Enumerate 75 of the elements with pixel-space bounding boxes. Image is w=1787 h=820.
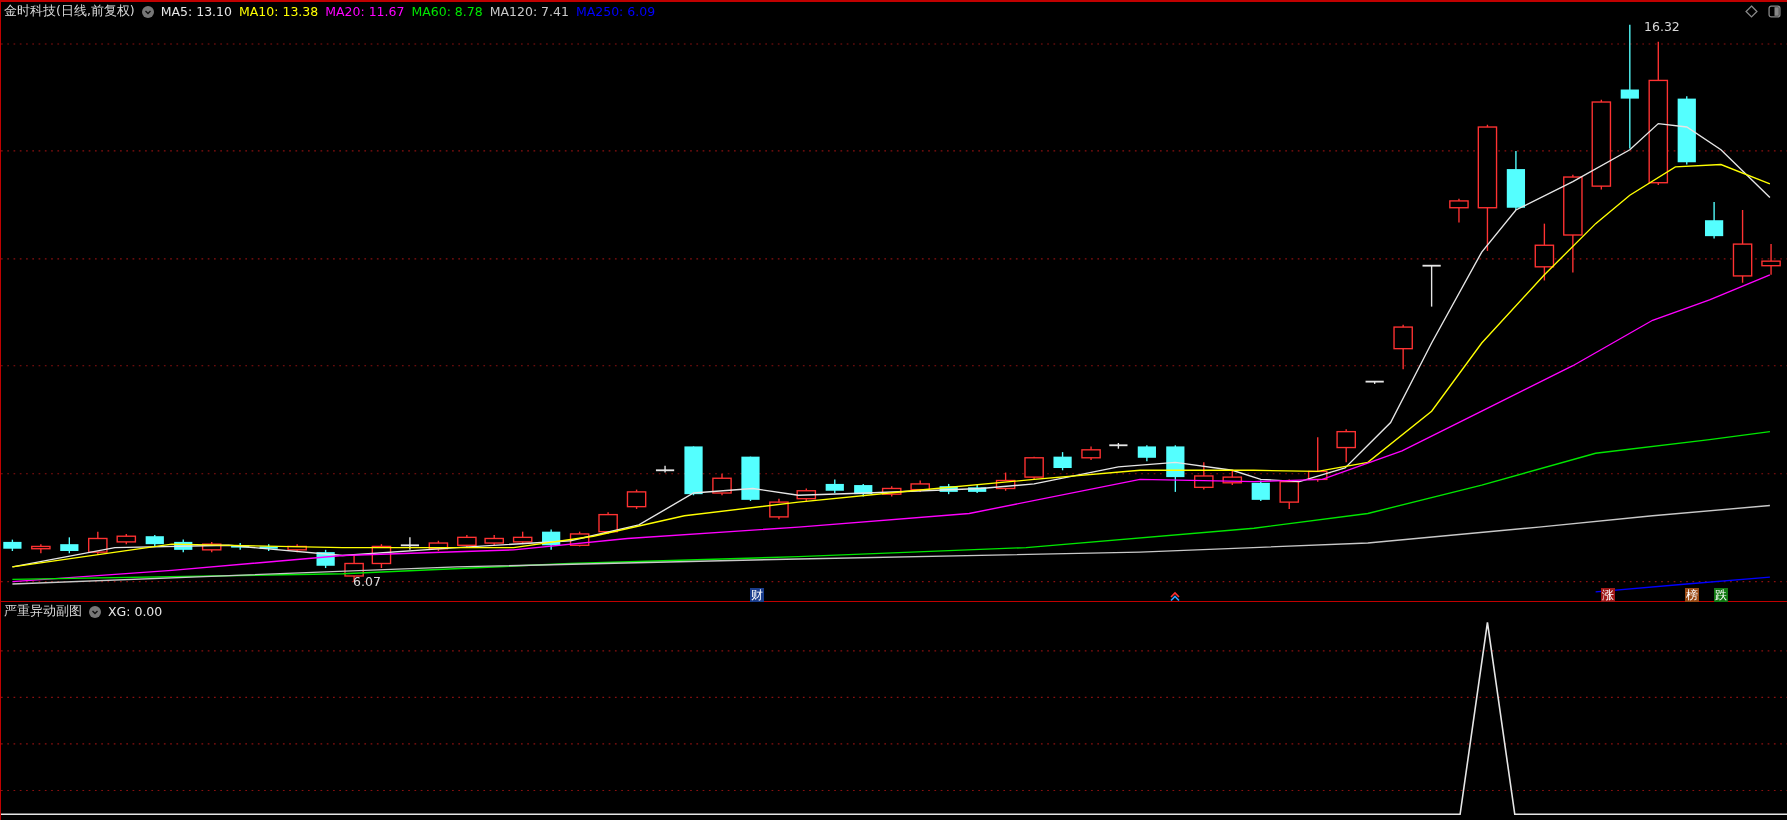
candlestick	[626, 488, 647, 510]
candlestick	[1677, 95, 1696, 166]
candlestick	[1081, 445, 1101, 461]
candlestick	[1222, 469, 1243, 486]
candlestick	[1137, 444, 1156, 462]
candlestick	[569, 531, 590, 548]
candlestick	[400, 536, 419, 551]
dropdown-icon[interactable]	[141, 5, 154, 18]
candlestick	[3, 538, 22, 552]
candlestick	[174, 538, 193, 553]
candlestick	[371, 543, 392, 569]
candlestick	[145, 534, 164, 548]
candlestick	[1307, 436, 1328, 483]
candlestick	[1279, 478, 1300, 510]
dropdown-icon[interactable]	[89, 605, 101, 618]
candlestick	[484, 534, 504, 546]
double-chevron-icon[interactable]	[1170, 591, 1180, 601]
low-price-label: 6.07	[353, 574, 381, 589]
candlestick	[854, 483, 873, 498]
chart-title: 金时科技(日线,前复权)	[4, 3, 135, 20]
candlestick	[1053, 451, 1072, 471]
candlestick	[287, 543, 307, 553]
candlestick	[684, 445, 703, 496]
candlestick	[1506, 150, 1525, 211]
candlestick	[1422, 264, 1441, 308]
candlestick	[769, 498, 789, 520]
indicator-value: XG: 0.00	[108, 604, 163, 619]
candlestick	[60, 536, 79, 554]
diamond-icon[interactable]	[1745, 5, 1758, 18]
high-price-label: 16.32	[1644, 19, 1680, 34]
candlestick	[116, 533, 137, 545]
candlestick	[542, 528, 561, 551]
indicator-value: MA120: 7.41	[489, 4, 569, 19]
indicator-value: MA10: 13.38	[239, 4, 319, 19]
candlestick	[598, 511, 618, 535]
candlestick	[910, 479, 930, 493]
candlestick	[201, 541, 222, 553]
candlestick	[31, 543, 51, 554]
candlestick	[1534, 222, 1555, 282]
candlestick	[1194, 461, 1214, 491]
candlestick	[88, 531, 108, 556]
candlestick	[457, 534, 477, 549]
candlestick	[655, 465, 675, 474]
candlestick	[428, 540, 449, 552]
candlestick	[259, 543, 278, 552]
panel-toggle-icon[interactable]	[1768, 5, 1781, 18]
event-marker[interactable]: 财	[750, 588, 764, 602]
candlestick	[741, 455, 760, 502]
event-marker[interactable]: 涨	[1601, 588, 1615, 602]
candlestick	[316, 549, 335, 569]
candlestick	[1251, 479, 1270, 502]
candlestick	[825, 478, 844, 494]
indicator-value: MA60: 8.78	[411, 4, 483, 19]
candlestick	[1336, 428, 1356, 463]
candlestick	[796, 487, 817, 502]
indicator-value: MA250: 6.09	[575, 4, 656, 19]
candlestick	[712, 473, 732, 496]
candlestick	[995, 471, 1016, 492]
candlestick	[939, 483, 958, 495]
candlestick	[1761, 243, 1781, 276]
candlestick	[512, 531, 533, 545]
chart-title: 严重异动副图	[4, 603, 82, 620]
candlestick	[1705, 201, 1724, 240]
candlestick	[1166, 444, 1185, 493]
candlestick	[1109, 442, 1128, 450]
event-marker[interactable]: 跌	[1714, 588, 1728, 602]
candlestick	[1024, 455, 1044, 481]
candlestick	[1365, 380, 1384, 385]
candlestick	[881, 485, 902, 498]
candlestick	[968, 484, 987, 494]
candlestick	[1393, 324, 1413, 370]
indicator-value: MA20: 11.67	[325, 4, 405, 19]
event-marker[interactable]: 榜	[1685, 588, 1699, 602]
indicator-value: MA5: 13.10	[160, 4, 232, 19]
candlestick	[1449, 197, 1469, 224]
